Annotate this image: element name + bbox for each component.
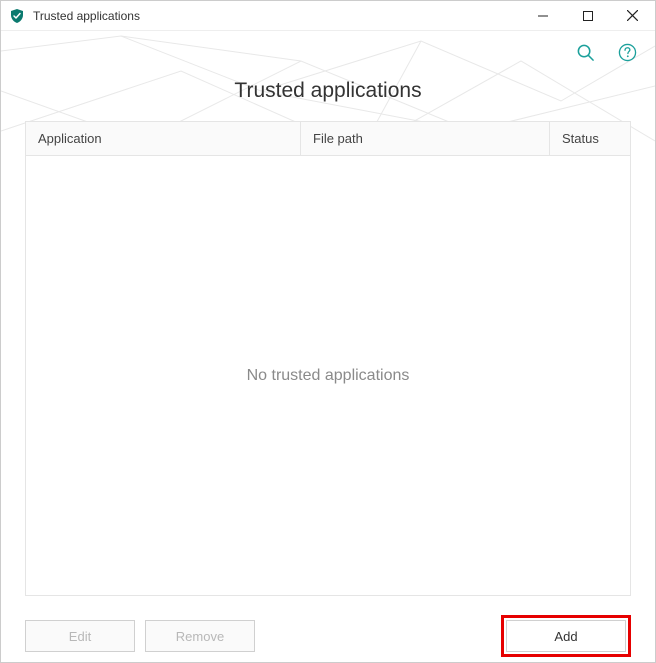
maximize-button[interactable] xyxy=(565,1,610,30)
toolbar xyxy=(1,31,655,73)
minimize-button[interactable] xyxy=(520,1,565,30)
titlebar-left: Trusted applications xyxy=(1,8,140,24)
edit-button: Edit xyxy=(25,620,135,652)
window-controls xyxy=(520,1,655,30)
add-button-highlight: Add xyxy=(501,615,631,657)
page-title: Trusted applications xyxy=(1,73,655,121)
footer: Edit Remove Add xyxy=(1,610,655,662)
add-button[interactable]: Add xyxy=(506,620,626,652)
column-header-file-path[interactable]: File path xyxy=(301,122,550,155)
window: Trusted applications Tru xyxy=(0,0,656,663)
empty-state-text: No trusted applications xyxy=(247,367,410,385)
content: Application File path Status No trusted … xyxy=(1,121,655,610)
column-header-status[interactable]: Status xyxy=(550,122,630,155)
applications-table: Application File path Status No trusted … xyxy=(25,121,631,596)
close-button[interactable] xyxy=(610,1,655,30)
search-icon[interactable] xyxy=(575,42,595,62)
remove-button: Remove xyxy=(145,620,255,652)
column-header-application[interactable]: Application xyxy=(26,122,301,155)
table-body: No trusted applications xyxy=(26,156,630,595)
titlebar: Trusted applications xyxy=(1,1,655,31)
help-icon[interactable] xyxy=(617,42,637,62)
table-header: Application File path Status xyxy=(26,122,630,156)
shield-icon xyxy=(9,8,25,24)
window-title: Trusted applications xyxy=(33,9,140,23)
